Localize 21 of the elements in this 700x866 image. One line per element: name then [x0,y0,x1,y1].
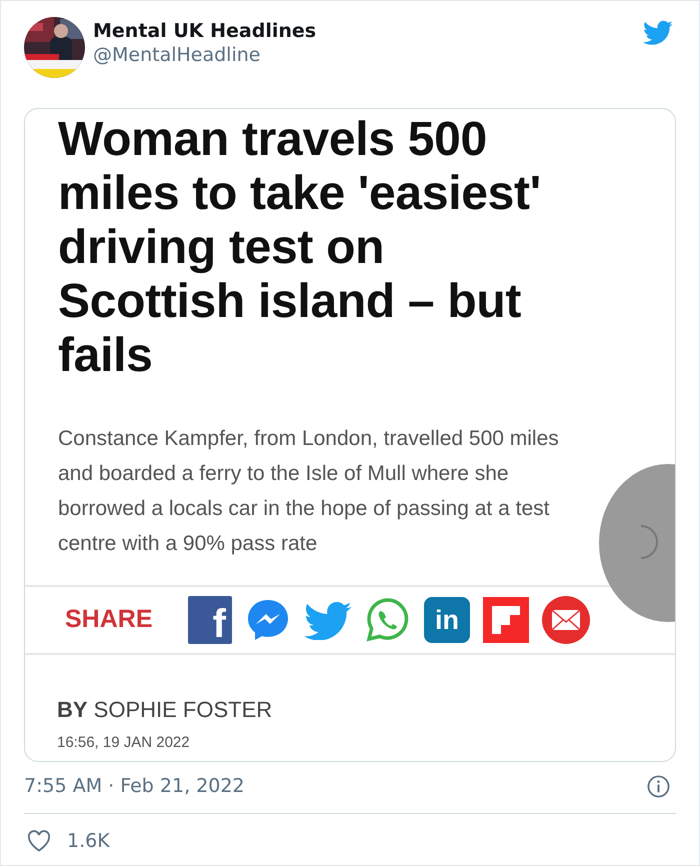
facebook-icon[interactable]: f [188,596,232,644]
linkedin-icon[interactable]: in [424,597,470,643]
article-headline: Woman travels 500 miles to take 'easiest' driving test on Scottish island – but fails [57,112,542,383]
article-byline: BY SOPHIE FOSTER [56,696,274,724]
heart-icon[interactable] [27,830,51,852]
spinner-icon [640,525,658,559]
twitter-bird-icon[interactable] [643,19,673,45]
messenger-icon[interactable] [245,597,291,643]
twitter-bird-icon[interactable] [304,600,352,640]
article-card[interactable] [24,108,676,762]
publish-date: 16:56, 19 JAN 2022 [56,733,191,753]
article-summary: Constance Kampfer, from London, travelled 500 miles and boarded a ferry to the Isle of Mull where she borrowed a locals car in the hope of passing at a test centre with a 90% pass rate [57,426,560,557]
like-count[interactable]: 1.6K [67,826,110,855]
account-name[interactable]: Mental UK Headlines [93,20,643,43]
info-icon[interactable] [647,774,670,798]
whatsapp-icon[interactable] [365,597,411,643]
flipboard-icon[interactable] [483,597,529,643]
tweet-timestamp[interactable]: 7:55 AM · Feb 21, 2022 [24,772,245,800]
email-icon[interactable] [542,596,590,644]
share-label: SHARE [65,604,154,636]
account-handle[interactable]: @MentalHeadline [93,42,643,68]
